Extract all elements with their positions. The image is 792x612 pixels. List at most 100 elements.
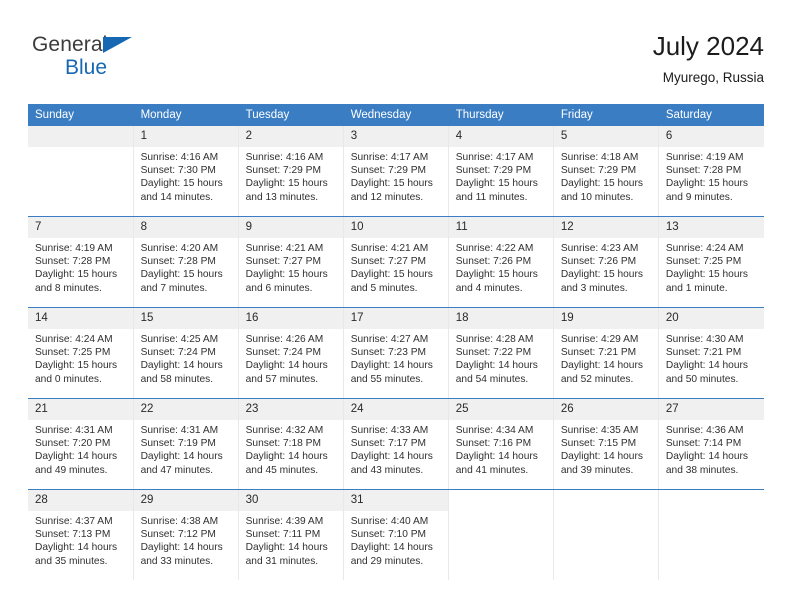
day-sun-info: Sunrise: 4:24 AM Sunset: 7:25 PM Daylight:… <box>28 329 133 386</box>
day-info-line: Sunset: 7:14 PM <box>665 438 742 450</box>
day-number: 13 <box>658 217 764 238</box>
day-info-line: and 49 minutes. <box>35 464 108 476</box>
day-sun-info: Sunrise: 4:16 AM Sunset: 7:30 PM Daylight:… <box>134 147 238 204</box>
day-number: 2 <box>238 126 343 147</box>
day-info-line: Daylight: 14 hours <box>560 360 643 372</box>
day-number: 14 <box>28 308 133 329</box>
calendar-day-cell[interactable]: 31 Sunrise: 4:40 AM Sunset: 7:10 PM Dayligh… <box>343 489 449 580</box>
day-sun-info: Sunrise: 4:37 AM Sunset: 7:13 PM Daylight:… <box>28 511 133 568</box>
calendar-day-cell[interactable]: 5 Sunrise: 4:18 AM Sunset: 7:29 PM Daylight… <box>553 126 659 217</box>
day-cell-inner: 6 Sunrise: 4:19 AM Sunset: 7:28 PM Daylight… <box>658 126 764 216</box>
day-number <box>28 126 133 147</box>
day-cell-inner: 11 Sunrise: 4:22 AM Sunset: 7:26 PM Dayligh… <box>448 217 553 307</box>
day-info-line: Daylight: 15 hours <box>35 360 118 372</box>
calendar-day-cell[interactable]: 9 Sunrise: 4:21 AM Sunset: 7:27 PM Daylight… <box>238 216 344 308</box>
calendar-day-cell[interactable]: 25 Sunrise: 4:34 AM Sunset: 7:16 PM Dayligh… <box>448 398 554 490</box>
day-cell-inner <box>448 490 553 580</box>
day-cell-inner <box>28 126 133 216</box>
day-info-line: Sunset: 7:29 PM <box>350 165 427 177</box>
calendar-day-cell[interactable]: 27 Sunrise: 4:36 AM Sunset: 7:14 PM Dayligh… <box>658 398 764 490</box>
calendar-day-cell[interactable]: 29 Sunrise: 4:38 AM Sunset: 7:12 PM Dayligh… <box>133 489 239 580</box>
calendar-day-cell[interactable]: 4 Sunrise: 4:17 AM Sunset: 7:29 PM Daylight… <box>448 126 554 217</box>
calendar-day-cell[interactable]: 20 Sunrise: 4:30 AM Sunset: 7:21 PM Dayligh… <box>658 307 764 399</box>
calendar-cell-empty <box>448 489 554 580</box>
day-info-line: and 47 minutes. <box>140 464 214 476</box>
calendar-day-cell[interactable]: 26 Sunrise: 4:35 AM Sunset: 7:15 PM Dayligh… <box>553 398 659 490</box>
calendar-day-cell[interactable]: 28 Sunrise: 4:37 AM Sunset: 7:13 PM Dayligh… <box>28 489 134 580</box>
day-cell-inner: 2 Sunrise: 4:16 AM Sunset: 7:29 PM Daylight… <box>238 126 343 216</box>
calendar-week-row: 14 Sunrise: 4:24 AM Sunset: 7:25 PM Dayligh… <box>28 307 764 399</box>
day-info-line: Daylight: 14 hours <box>560 451 643 463</box>
day-info-line: Sunrise: 4:33 AM <box>350 425 429 436</box>
day-cell-inner: 29 Sunrise: 4:38 AM Sunset: 7:12 PM Dayligh… <box>133 490 238 580</box>
day-info-line: Sunset: 7:29 PM <box>560 165 637 177</box>
day-number: 8 <box>133 217 238 238</box>
calendar-day-cell[interactable]: 2 Sunrise: 4:16 AM Sunset: 7:29 PM Daylight… <box>238 126 344 217</box>
calendar-day-cell[interactable]: 30 Sunrise: 4:39 AM Sunset: 7:11 PM Dayligh… <box>238 489 344 580</box>
day-number: 18 <box>448 308 553 329</box>
calendar-day-cell[interactable]: 18 Sunrise: 4:28 AM Sunset: 7:22 PM Dayligh… <box>448 307 554 399</box>
calendar-day-cell[interactable]: 23 Sunrise: 4:32 AM Sunset: 7:18 PM Dayligh… <box>238 398 344 490</box>
day-sun-info: Sunrise: 4:17 AM Sunset: 7:29 PM Daylight:… <box>344 147 448 204</box>
day-cell-inner: 22 Sunrise: 4:31 AM Sunset: 7:19 PM Dayligh… <box>133 399 238 489</box>
general-blue-logo[interactable]: General Blue <box>32 34 232 92</box>
day-number: 24 <box>343 399 448 420</box>
calendar-day-cell[interactable]: 8 Sunrise: 4:20 AM Sunset: 7:28 PM Daylight… <box>133 216 239 308</box>
day-info-line: Daylight: 14 hours <box>35 542 118 554</box>
weekday-header-wednesday: Wednesday <box>343 104 449 126</box>
calendar-cell-empty <box>553 489 659 580</box>
weekday-header-friday: Friday <box>553 104 659 126</box>
day-info-line: Daylight: 15 hours <box>140 269 223 281</box>
day-info-line: and 35 minutes. <box>35 555 108 567</box>
day-cell-inner: 31 Sunrise: 4:40 AM Sunset: 7:10 PM Dayligh… <box>343 490 448 580</box>
calendar-day-cell[interactable]: 24 Sunrise: 4:33 AM Sunset: 7:17 PM Dayligh… <box>343 398 449 490</box>
day-info-line: and 4 minutes. <box>455 282 523 294</box>
day-number: 4 <box>448 126 553 147</box>
day-cell-inner: 3 Sunrise: 4:17 AM Sunset: 7:29 PM Daylight… <box>343 126 448 216</box>
day-info-line: and 41 minutes. <box>455 464 529 476</box>
day-info-line: and 39 minutes. <box>560 464 634 476</box>
day-info-line: and 0 minutes. <box>35 373 102 385</box>
calendar-day-cell[interactable]: 21 Sunrise: 4:31 AM Sunset: 7:20 PM Dayligh… <box>28 398 134 490</box>
calendar-day-cell[interactable]: 16 Sunrise: 4:26 AM Sunset: 7:24 PM Dayligh… <box>238 307 344 399</box>
calendar-day-cell[interactable]: 10 Sunrise: 4:21 AM Sunset: 7:27 PM Dayligh… <box>343 216 449 308</box>
day-number: 21 <box>28 399 133 420</box>
day-info-line: Sunset: 7:25 PM <box>665 256 742 268</box>
day-sun-info: Sunrise: 4:22 AM Sunset: 7:26 PM Daylight:… <box>449 238 553 295</box>
day-info-line: Sunrise: 4:26 AM <box>245 334 324 345</box>
day-info-line: Daylight: 15 hours <box>350 269 433 281</box>
day-info-line: Sunset: 7:29 PM <box>455 165 532 177</box>
day-number: 20 <box>658 308 764 329</box>
calendar-day-cell[interactable]: 11 Sunrise: 4:22 AM Sunset: 7:26 PM Dayligh… <box>448 216 554 308</box>
day-cell-inner: 9 Sunrise: 4:21 AM Sunset: 7:27 PM Daylight… <box>238 217 343 307</box>
calendar-day-cell[interactable]: 15 Sunrise: 4:25 AM Sunset: 7:24 PM Dayligh… <box>133 307 239 399</box>
day-info-line: Sunrise: 4:35 AM <box>560 425 639 436</box>
calendar-day-cell[interactable]: 13 Sunrise: 4:24 AM Sunset: 7:25 PM Dayligh… <box>658 216 764 308</box>
day-info-line: Sunrise: 4:19 AM <box>35 243 113 254</box>
day-info-line: and 12 minutes. <box>350 191 424 203</box>
day-info-line: Daylight: 14 hours <box>245 542 328 554</box>
day-sun-info: Sunrise: 4:23 AM Sunset: 7:26 PM Daylight:… <box>554 238 658 295</box>
day-info-line: Sunrise: 4:31 AM <box>140 425 219 436</box>
day-cell-inner <box>658 490 764 580</box>
sunrise-sunset-calendar-table: Sunday Monday Tuesday Wednesday Thursday… <box>28 104 765 580</box>
day-info-line: Daylight: 15 hours <box>245 178 328 190</box>
day-info-line: and 55 minutes. <box>350 373 424 385</box>
day-info-line: Sunset: 7:28 PM <box>140 256 216 268</box>
day-info-line: Sunset: 7:18 PM <box>245 438 321 450</box>
day-info-line: and 33 minutes. <box>140 555 214 567</box>
calendar-day-cell[interactable]: 3 Sunrise: 4:17 AM Sunset: 7:29 PM Daylight… <box>343 126 449 217</box>
calendar-day-cell[interactable]: 19 Sunrise: 4:29 AM Sunset: 7:21 PM Dayligh… <box>553 307 659 399</box>
day-cell-inner: 5 Sunrise: 4:18 AM Sunset: 7:29 PM Daylight… <box>553 126 658 216</box>
calendar-day-cell[interactable]: 12 Sunrise: 4:23 AM Sunset: 7:26 PM Dayligh… <box>553 216 659 308</box>
calendar-day-cell[interactable]: 7 Sunrise: 4:19 AM Sunset: 7:28 PM Daylight… <box>28 216 134 308</box>
calendar-day-cell[interactable]: 14 Sunrise: 4:24 AM Sunset: 7:25 PM Dayligh… <box>28 307 134 399</box>
calendar-day-cell[interactable]: 22 Sunrise: 4:31 AM Sunset: 7:19 PM Dayligh… <box>133 398 239 490</box>
day-number: 5 <box>553 126 658 147</box>
calendar-day-cell[interactable]: 17 Sunrise: 4:27 AM Sunset: 7:23 PM Dayligh… <box>343 307 449 399</box>
day-info-line: Sunrise: 4:24 AM <box>665 243 744 254</box>
calendar-day-cell[interactable]: 6 Sunrise: 4:19 AM Sunset: 7:28 PM Daylight… <box>658 126 764 217</box>
calendar-day-cell[interactable]: 1 Sunrise: 4:16 AM Sunset: 7:30 PM Daylight… <box>133 126 239 217</box>
day-info-line: Sunrise: 4:18 AM <box>560 152 639 163</box>
day-cell-inner: 24 Sunrise: 4:33 AM Sunset: 7:17 PM Dayligh… <box>343 399 448 489</box>
